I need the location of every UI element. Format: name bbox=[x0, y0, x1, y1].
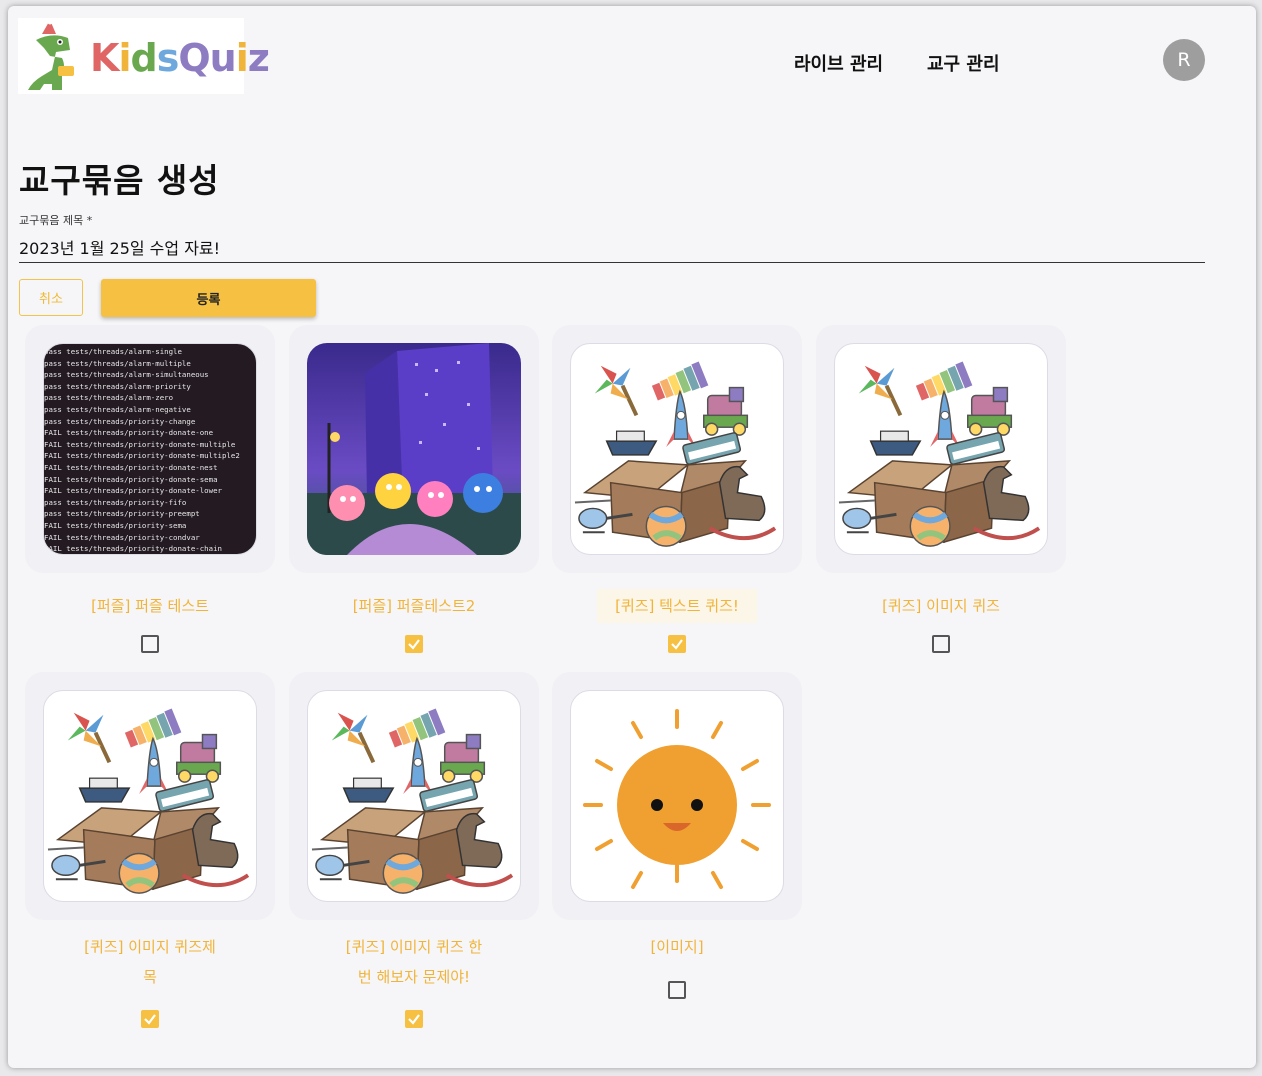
kidsquiz-logo[interactable]: KidsQuiz bbox=[18, 18, 270, 94]
sun-icon bbox=[583, 709, 771, 889]
material-title: [퀴즈] 이미지 퀴즈제 bbox=[84, 938, 216, 956]
pinkfong-poster-image bbox=[307, 343, 521, 555]
terminal-line: FAIL tests/threads/priority-donate-nest bbox=[44, 462, 218, 472]
select-checkbox[interactable] bbox=[405, 635, 423, 653]
thumbnail-frame bbox=[816, 325, 1066, 573]
terminal-line: FAIL tests/threads/priority-donate-multi… bbox=[44, 439, 236, 449]
select-checkbox[interactable] bbox=[141, 635, 159, 653]
material-title-line2: 목 bbox=[143, 968, 157, 986]
terminal-line: FAIL tests/threads/priority-condvar bbox=[44, 532, 200, 542]
avatar[interactable]: R bbox=[1163, 39, 1205, 81]
thumbnail-frame bbox=[552, 672, 802, 920]
terminal-line: pass tests/threads/priority-preempt bbox=[44, 509, 200, 519]
terminal-line: pass tests/threads/alarm-zero bbox=[44, 393, 174, 403]
nav-live-management[interactable]: 라이브 관리 bbox=[794, 50, 883, 76]
terminal-line: pass tests/threads/alarm-single bbox=[44, 347, 182, 356]
material-title: [퀴즈] 이미지 퀴즈 bbox=[882, 597, 1000, 615]
material-title-line2: 번 해보자 문제야! bbox=[357, 968, 471, 986]
check-icon bbox=[408, 1014, 420, 1025]
terminal-line: FAIL tests/threads/priority-donate-one bbox=[44, 428, 214, 438]
check-icon bbox=[671, 639, 683, 650]
select-checkbox[interactable] bbox=[405, 1010, 423, 1028]
toybox-image bbox=[43, 690, 257, 902]
terminal-line: FAIL tests/threads/priority-donate-lower bbox=[44, 486, 222, 496]
toybox-image bbox=[570, 343, 784, 555]
nav-teaching-material-management[interactable]: 교구 관리 bbox=[927, 50, 1000, 76]
select-checkbox[interactable] bbox=[668, 981, 686, 999]
sun-image bbox=[570, 690, 784, 902]
terminal-line: pass tests/threads/alarm-simultaneous bbox=[44, 370, 209, 380]
page-title: 교구묶음 생성 bbox=[19, 161, 220, 200]
bundle-title-label: 교구묶음 제목 * bbox=[19, 214, 93, 227]
thumbnail-frame bbox=[25, 672, 275, 920]
material-title: [퀴즈] 텍스트 퀴즈! bbox=[552, 589, 802, 623]
terminal-screenshot-image: pass tests/threads/alarm-single pass test… bbox=[43, 343, 257, 555]
select-checkbox[interactable] bbox=[932, 635, 950, 653]
check-icon bbox=[408, 639, 420, 650]
register-button[interactable]: 등록 bbox=[101, 279, 316, 317]
material-title: [퍼즐] 퍼즐테스트2 bbox=[352, 597, 476, 615]
terminal-line: pass tests/threads/alarm-multiple bbox=[44, 358, 191, 368]
terminal-line: pass tests/threads/priority-change bbox=[44, 416, 196, 426]
toybox-image bbox=[307, 690, 521, 902]
terminal-line: FAIL tests/threads/priority-donate-chain bbox=[44, 544, 222, 554]
thumbnail-frame: pass tests/threads/alarm-single pass test… bbox=[25, 325, 275, 573]
select-checkbox[interactable] bbox=[668, 635, 686, 653]
logo-wordmark: KidsQuiz bbox=[90, 36, 270, 80]
toybox-image bbox=[834, 343, 1048, 555]
check-icon bbox=[144, 1014, 156, 1025]
terminal-line: FAIL tests/threads/priority-donate-sema bbox=[44, 474, 218, 484]
material-title: [퀴즈] 이미지 퀴즈 한 bbox=[345, 938, 483, 956]
select-checkbox[interactable] bbox=[141, 1010, 159, 1028]
app-window: KidsQuiz 라이브 관리 교구 관리 R 교구묶음 생성 교구묶음 제목 … bbox=[8, 6, 1256, 1068]
material-title: [퍼즐] 퍼즐 테스트 bbox=[91, 597, 209, 615]
terminal-line: pass tests/threads/alarm-negative bbox=[44, 404, 191, 414]
terminal-line: pass tests/threads/priority-fifo bbox=[44, 497, 187, 507]
terminal-line: pass tests/threads/alarm-priority bbox=[44, 381, 191, 391]
dinosaur-logo-icon bbox=[28, 19, 74, 90]
cancel-button[interactable]: 취소 bbox=[19, 279, 83, 316]
thumbnail-frame bbox=[289, 325, 539, 573]
terminal-line: FAIL tests/threads/priority-donate-multi… bbox=[44, 451, 240, 461]
terminal-line: FAIL tests/threads/priority-sema bbox=[44, 520, 187, 530]
thumbnail-frame bbox=[552, 325, 802, 573]
bundle-title-input[interactable] bbox=[19, 232, 1205, 263]
material-title: [이미지] bbox=[650, 938, 704, 956]
thumbnail-frame bbox=[289, 672, 539, 920]
